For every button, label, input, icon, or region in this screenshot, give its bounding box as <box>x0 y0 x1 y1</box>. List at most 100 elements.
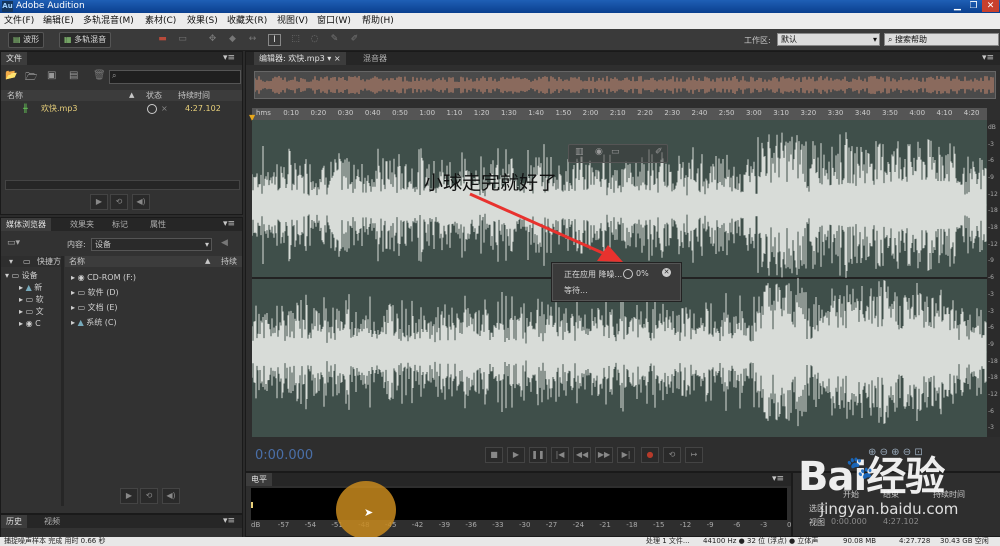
tree-item[interactable]: ▸ ▭ 文 <box>5 306 63 318</box>
tree-shortcuts[interactable]: 快捷方 <box>37 256 61 267</box>
tab-history[interactable]: 历史 <box>1 515 27 528</box>
files-search-input[interactable]: ⌕ <box>109 70 241 84</box>
tab-markers[interactable]: 标记 <box>107 218 133 231</box>
list-item[interactable]: ▸ ◉ CD-ROM (F:) <box>71 270 231 285</box>
loop-icon[interactable]: ⟲ <box>663 447 681 463</box>
skip-icon[interactable]: ↦ <box>685 447 703 463</box>
menu-favorites[interactable]: 收藏夹(R) <box>227 13 267 29</box>
go-to-end-icon[interactable]: ▶| <box>617 447 635 463</box>
hud-volume-icon[interactable]: ▥ <box>575 147 584 157</box>
back-icon[interactable]: ◀ <box>221 238 228 248</box>
tab-video[interactable]: 视频 <box>39 515 65 528</box>
workspace-select[interactable]: 默认 ▾ <box>777 33 880 46</box>
table-row[interactable]: ╫ 欢快.mp3 × 4:27.102 <box>1 103 242 115</box>
menu-view[interactable]: 视图(V) <box>277 13 308 29</box>
col-duration[interactable]: 持续时间 <box>178 90 210 101</box>
list-item[interactable]: ▸ ▭ 软件 (D) <box>71 285 231 300</box>
tab-properties[interactable]: 属性 <box>145 218 171 231</box>
tab-editor[interactable]: 编辑器: 欢快.mp3 ▾ × <box>254 52 346 65</box>
play-icon[interactable]: ▶ <box>120 488 138 504</box>
loop-icon[interactable]: ⟲ <box>140 488 158 504</box>
col-duration[interactable]: 持续 <box>221 256 237 267</box>
hud-pin-icon[interactable]: ✐ <box>655 147 663 157</box>
volume-icon[interactable]: ◀) <box>132 194 150 210</box>
close-icon[interactable]: ✕ <box>982 0 999 12</box>
go-to-start-icon[interactable]: |◀ <box>551 447 569 463</box>
delete-icon[interactable]: 🗑 <box>93 70 106 81</box>
menu-help[interactable]: 帮助(H) <box>362 13 394 29</box>
cancel-icon[interactable]: ✕ <box>662 268 671 277</box>
menu-clip[interactable]: 素材(C) <box>145 13 176 29</box>
tab-effects-rack[interactable]: 效果夹 <box>65 218 99 231</box>
open-file-icon[interactable]: 📂 <box>5 70 17 81</box>
content-select[interactable]: 设备 ▾ <box>91 238 212 251</box>
zoom-out-amplitude-icon[interactable]: ⊖ <box>880 447 888 458</box>
waveform-view-button[interactable]: ▤ 波形 <box>8 32 45 48</box>
maximize-icon[interactable]: ❐ <box>966 0 981 12</box>
time-selection-tool-icon[interactable]: I <box>268 34 281 46</box>
stop-icon[interactable]: ■ <box>485 447 503 463</box>
list-item[interactable]: ▸ ▲ 系统 (C) <box>71 315 231 330</box>
rewind-icon[interactable]: ◀◀ <box>573 447 591 463</box>
marquee-tool-icon[interactable]: ⬚ <box>290 34 301 44</box>
tree-item[interactable]: ▸ ◉ C <box>5 318 63 330</box>
tab-media-browser[interactable]: 媒体浏览器 <box>1 218 51 231</box>
zoom-out-time-icon[interactable]: ⊖ <box>903 447 911 458</box>
zoom-in-amplitude-icon[interactable]: ⊕ <box>868 447 876 458</box>
device-icon[interactable]: ▭▾ <box>7 238 20 248</box>
tab-mixer[interactable]: 混音器 <box>358 52 392 65</box>
lasso-tool-icon[interactable]: ◌ <box>309 34 320 44</box>
search-help-input[interactable]: ⌕ 搜索帮助 <box>884 33 999 46</box>
volume-icon[interactable]: ◀) <box>162 488 180 504</box>
loop-icon[interactable]: ⟲ <box>110 194 128 210</box>
spectral-display-icon[interactable]: ▬ <box>157 34 168 44</box>
current-time[interactable]: 0:00.000 <box>255 448 313 463</box>
splitter[interactable] <box>61 256 64 506</box>
view-start[interactable]: 0:00.000 <box>831 517 867 526</box>
minimize-icon[interactable]: ▁ <box>950 0 965 12</box>
time-ruler[interactable]: hms 0:10 0:20 0:30 0:40 0:50 1:00 1:10 1:20 1:30 1… <box>252 108 987 120</box>
fast-forward-icon[interactable]: ▶▶ <box>595 447 613 463</box>
menu-window[interactable]: 窗口(W) <box>317 13 351 29</box>
zoom-full-icon[interactable]: ⊡ <box>914 447 922 458</box>
play-icon[interactable]: ▶ <box>90 194 108 210</box>
play-icon[interactable]: ▶ <box>507 447 525 463</box>
slip-tool-icon[interactable]: ↔ <box>247 34 258 44</box>
files-scrollbar[interactable] <box>5 180 240 190</box>
menu-edit[interactable]: 编辑(E) <box>43 13 74 29</box>
tab-files[interactable]: 文件 <box>1 52 27 65</box>
panel-menu-icon[interactable]: ▾≡ <box>223 219 235 229</box>
import-file-icon[interactable]: 🗁 <box>25 70 37 87</box>
hud-gain-icon[interactable]: ▭ <box>611 147 620 157</box>
tree-item[interactable]: ▸ ▲ 新 <box>5 282 63 294</box>
panel-menu-icon[interactable]: ▾≡ <box>982 53 994 63</box>
menu-effects[interactable]: 效果(S) <box>187 13 218 29</box>
menu-multitrack[interactable]: 多轨混音(M) <box>83 13 134 29</box>
col-name[interactable]: 名称 <box>69 256 85 267</box>
panel-menu-icon[interactable]: ▾≡ <box>223 53 235 63</box>
new-file-icon[interactable]: ▣ <box>47 70 56 81</box>
content-value: 设备 <box>95 240 111 249</box>
col-status[interactable]: 状态 <box>146 90 162 101</box>
move-tool-icon[interactable]: ✥ <box>207 34 218 44</box>
record-icon[interactable]: ● <box>641 447 659 463</box>
razor-tool-icon[interactable]: ◆ <box>227 34 238 44</box>
hud-knob-icon[interactable]: ◉ <box>595 147 603 157</box>
insert-icon[interactable]: ▤ <box>69 70 78 81</box>
col-name[interactable]: 名称 <box>7 90 23 101</box>
tree-item[interactable]: ▸ ▭ 软 <box>5 294 63 306</box>
brush-tool-icon[interactable]: ✎ <box>329 34 340 44</box>
multitrack-view-button[interactable]: ▦ 多轨混音 <box>59 32 112 48</box>
pause-icon[interactable]: ❚❚ <box>529 447 547 463</box>
tab-levels[interactable]: 电平 <box>246 473 272 486</box>
overview-waveform[interactable] <box>254 71 996 99</box>
spot-healing-icon[interactable]: ✐ <box>349 34 360 44</box>
panel-menu-icon[interactable]: ▾≡ <box>223 516 235 526</box>
zoom-in-time-icon[interactable]: ⊕ <box>891 447 899 458</box>
view-end[interactable]: 4:27.102 <box>883 517 919 526</box>
tree-devices[interactable]: ▾ ▭ 设备 <box>5 270 63 282</box>
menu-file[interactable]: 文件(F) <box>4 13 34 29</box>
list-item[interactable]: ▸ ▭ 文档 (E) <box>71 300 231 315</box>
pitch-display-icon[interactable]: ▭ <box>177 34 188 44</box>
panel-menu-icon[interactable]: ▾≡ <box>772 474 784 484</box>
